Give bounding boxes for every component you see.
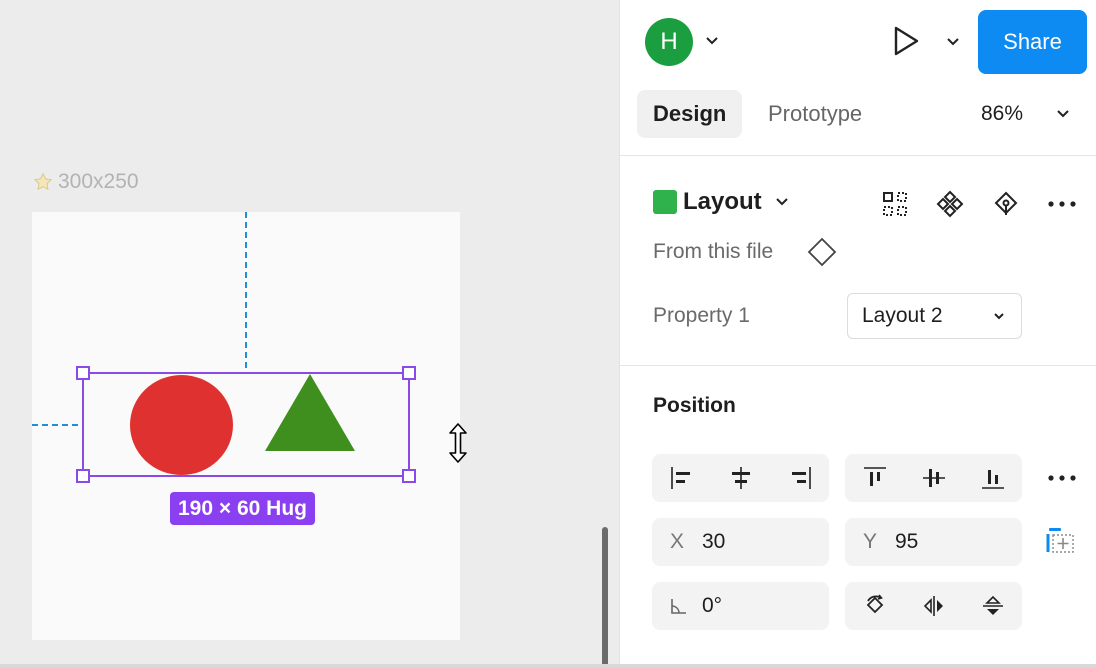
align-right-button[interactable]	[770, 454, 829, 502]
rotate-90-button[interactable]	[845, 582, 904, 630]
tab-prototype[interactable]: Prototype	[752, 90, 878, 138]
flip-horizontal-icon	[923, 596, 943, 616]
position-section-title: Position	[653, 394, 736, 417]
window-bottom-edge	[0, 664, 1096, 668]
x-value[interactable]: 30	[702, 530, 725, 554]
rotation-value[interactable]: 0°	[702, 594, 722, 618]
property-variant-select[interactable]: Layout 2	[847, 293, 1022, 339]
share-button[interactable]: Share	[978, 10, 1087, 74]
section-divider	[620, 155, 1096, 156]
y-value[interactable]: 95	[895, 530, 918, 554]
frame-label[interactable]: 300x250	[32, 170, 139, 194]
property-chevron-down-icon	[994, 313, 1004, 320]
section-divider	[620, 365, 1096, 366]
resize-handle-bottom-left[interactable]	[76, 469, 90, 483]
horizontal-spacing-guide	[32, 424, 78, 426]
rotation-field[interactable]: 0°	[652, 582, 829, 630]
align-vertical-center-icon	[922, 469, 945, 487]
go-to-main-component-icon[interactable]	[992, 190, 1020, 218]
design-canvas[interactable]: 300x250 190 × 60 Hug	[0, 0, 619, 668]
align-left-icon	[670, 467, 690, 489]
y-label: Y	[863, 530, 878, 553]
rotation-angle-icon	[671, 599, 686, 614]
frame-name: 300x250	[58, 170, 139, 193]
x-label: X	[670, 530, 685, 553]
align-horizontal-center-button[interactable]	[711, 454, 770, 502]
component-diamond-icon[interactable]	[807, 237, 837, 267]
align-bottom-icon	[981, 470, 1004, 489]
align-top-button[interactable]	[845, 454, 904, 502]
property-label: Property 1	[653, 304, 750, 327]
component-star-icon	[33, 172, 53, 191]
flip-vertical-icon	[982, 595, 1003, 615]
properties-panel: H Share Design Prototype 86% Layout From…	[619, 0, 1096, 668]
size-badge: 190 × 60 Hug	[170, 492, 315, 525]
align-left-button[interactable]	[652, 454, 711, 502]
zoom-level[interactable]: 86%	[981, 102, 1023, 126]
component-name[interactable]: Layout	[653, 188, 792, 216]
align-right-icon	[791, 467, 811, 489]
vertical-spacing-guide	[245, 212, 247, 368]
transform-group	[845, 582, 1022, 630]
zoom-chevron-down-icon[interactable]	[1055, 108, 1071, 120]
vertical-align-group	[845, 454, 1022, 502]
rotate-icon	[866, 594, 883, 614]
y-position-field[interactable]: Y 95	[845, 518, 1022, 566]
flip-vertical-button[interactable]	[963, 582, 1022, 630]
present-chevron-down-icon[interactable]	[945, 36, 961, 48]
canvas-scrollbar[interactable]	[602, 527, 608, 668]
component-name-label: Layout	[683, 188, 762, 215]
tab-design[interactable]: Design	[637, 90, 743, 138]
vertical-resize-cursor-icon	[449, 423, 467, 463]
property-variant-value: Layout 2	[862, 304, 943, 327]
align-bottom-button[interactable]	[963, 454, 1022, 502]
horizontal-align-group	[652, 454, 829, 502]
constraints-icon[interactable]	[1045, 526, 1077, 558]
selection-box[interactable]	[82, 372, 410, 477]
present-play-icon[interactable]	[890, 24, 922, 58]
x-position-field[interactable]: X 30	[652, 518, 829, 566]
component-color-swatch	[653, 190, 677, 214]
select-matching-layers-icon[interactable]	[881, 190, 909, 218]
flip-horizontal-button[interactable]	[904, 582, 963, 630]
avatar-chevron-down-icon[interactable]	[704, 35, 720, 47]
resize-handle-top-right[interactable]	[402, 366, 416, 380]
user-avatar[interactable]: H	[645, 18, 693, 66]
resize-handle-bottom-right[interactable]	[402, 469, 416, 483]
more-options-icon[interactable]	[1046, 196, 1078, 212]
component-chevron-down-icon[interactable]	[772, 195, 792, 209]
component-instance-icon[interactable]	[936, 190, 964, 218]
align-horizontal-center-icon	[731, 467, 750, 489]
component-source: From this file	[653, 240, 774, 263]
resize-handle-top-left[interactable]	[76, 366, 90, 380]
align-top-icon	[863, 467, 886, 486]
more-align-options-icon[interactable]	[1046, 470, 1078, 486]
align-vertical-center-button[interactable]	[904, 454, 963, 502]
